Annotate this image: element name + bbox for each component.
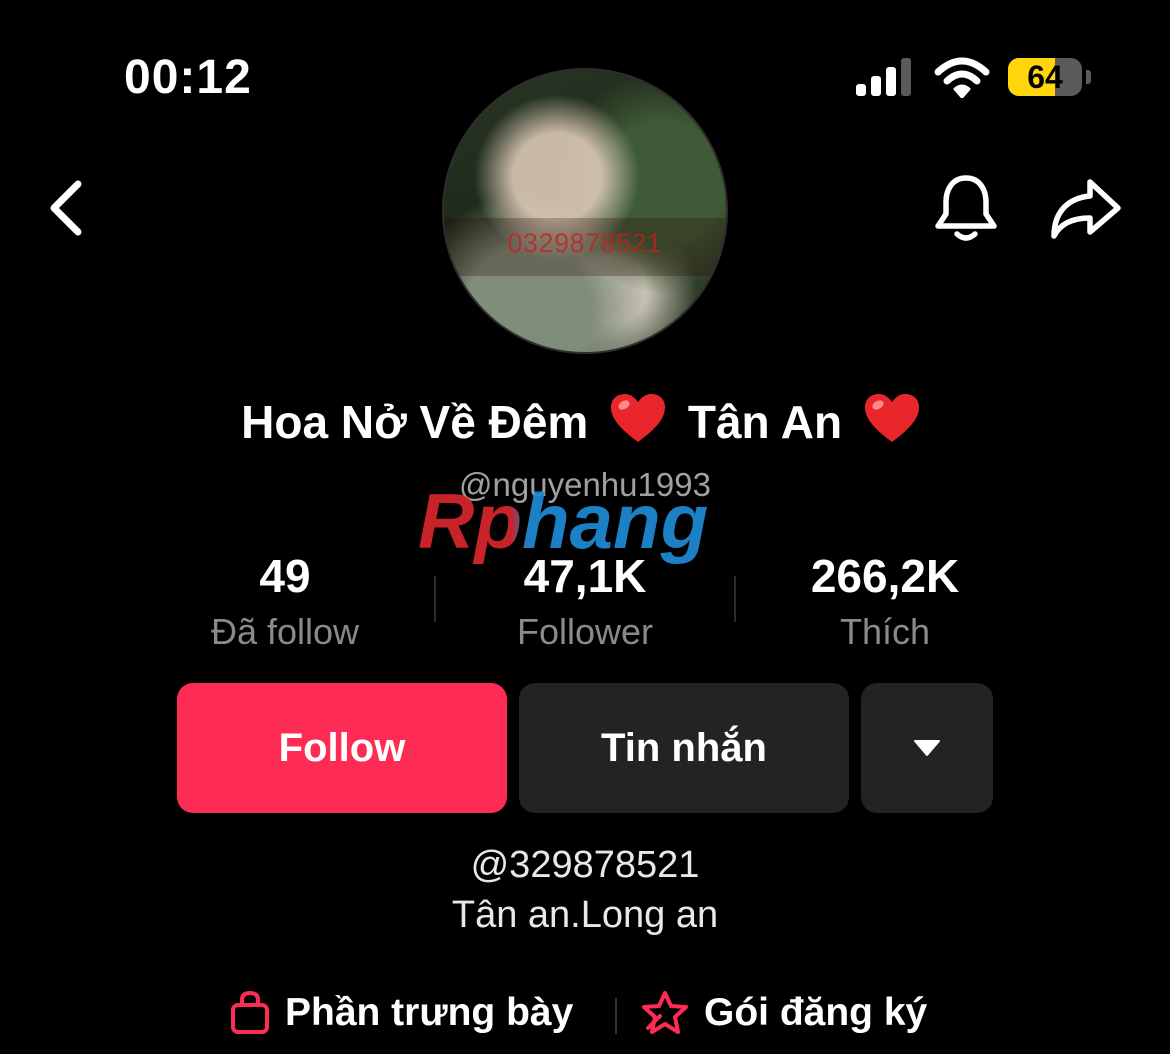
battery-indicator: 64 <box>1008 58 1092 98</box>
subscription-link[interactable]: Gói đăng ký <box>640 990 927 1036</box>
battery-body: 64 <box>1008 58 1082 96</box>
cellular-signal-icon <box>856 58 911 96</box>
caret-down-icon <box>914 740 940 756</box>
stat-likes-label: Thích <box>839 611 931 652</box>
stat-likes[interactable]: 266,2K Thích <box>735 553 1035 653</box>
shopping-bag-icon <box>231 990 269 1034</box>
stat-following[interactable]: 49 Đã follow <box>135 553 435 653</box>
showcase-link[interactable]: Phần trưng bày <box>229 990 573 1036</box>
stat-followers-value: 47,1K <box>523 550 647 602</box>
avatar-overlay-text: 0329878521 <box>507 228 663 258</box>
profile-display-name: Hoa Nở Về Đêm Tân An <box>0 392 1170 449</box>
wifi-icon <box>934 57 990 98</box>
red-heart-icon <box>864 394 919 442</box>
star-badge-icon <box>642 991 688 1034</box>
status-time: 00:12 <box>124 51 252 104</box>
stat-followers-label: Follower <box>516 611 654 652</box>
subscription-label: Gói đăng ký <box>704 991 928 1034</box>
follow-button[interactable]: Follow <box>177 683 507 813</box>
message-button[interactable]: Tin nhắn <box>519 683 849 813</box>
bell-icon[interactable] <box>932 172 1000 244</box>
bottom-links-divider <box>615 998 617 1034</box>
display-name-text: Hoa Nở Về Đêm <box>241 396 589 448</box>
display-name-suffix: Tân An <box>687 396 843 448</box>
share-arrow-icon[interactable] <box>1048 176 1124 240</box>
stat-likes-value: 266,2K <box>810 550 960 602</box>
stat-followers[interactable]: 47,1K Follower <box>435 553 735 653</box>
showcase-label: Phần trưng bày <box>285 991 574 1034</box>
battery-cap <box>1086 70 1091 84</box>
bio-line-1: @329878521 <box>470 844 700 886</box>
battery-percentage: 64 <box>1027 59 1063 95</box>
chevron-left-icon[interactable] <box>40 176 96 240</box>
bio-line-2: Tân an.Long an <box>451 894 719 936</box>
avatar[interactable]: 0329878521 <box>442 68 728 354</box>
stat-following-label: Đã follow <box>210 611 360 652</box>
red-heart-icon <box>611 394 666 442</box>
stat-following-value: 49 <box>259 550 311 602</box>
more-options-button[interactable] <box>861 683 993 813</box>
